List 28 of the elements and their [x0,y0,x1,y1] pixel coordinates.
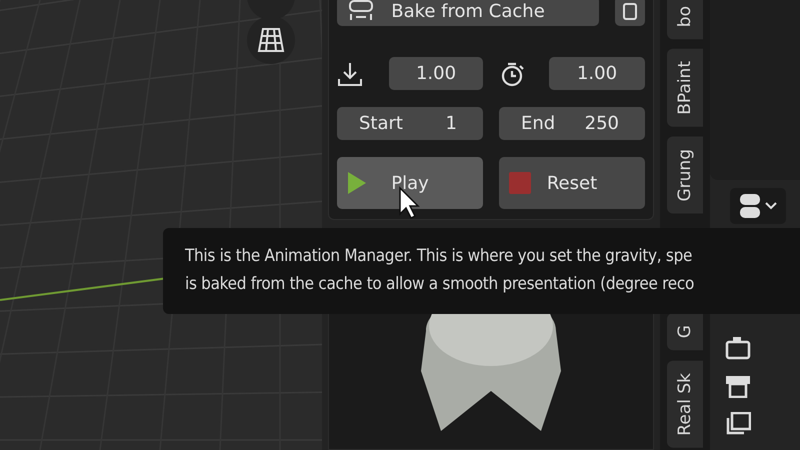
tooltip-text: This is the Animation Manager. This is where you set the gravity, spe [185,245,694,268]
sidebar-tab[interactable]: BPaint [667,49,703,127]
grid-icon [257,27,285,53]
sidebar-tab[interactable]: G [667,313,703,351]
printer-icon[interactable] [725,374,751,398]
play-button[interactable]: Play [337,157,483,209]
image-stack-icon[interactable] [725,412,751,436]
stopwatch-icon [499,60,525,86]
start-frame-field[interactable]: Start 1 [337,107,483,140]
toggle-dropdown[interactable] [730,188,786,224]
delete-button[interactable] [615,0,645,26]
stop-icon [509,172,531,194]
download-icon [337,60,363,86]
camera-icon[interactable] [725,336,751,360]
end-frame-field[interactable]: End 250 [499,107,645,140]
sidebar-tab[interactable]: Grung [667,136,703,214]
sidebar-tab[interactable]: bo [667,0,703,40]
bake-from-cache-button[interactable]: Bake from Cache [337,0,599,26]
trash-icon [622,2,638,20]
gravity-field[interactable]: 1.00 [389,57,483,90]
sidebar-tab[interactable]: Real Sk [667,360,703,448]
toggle-icon [739,193,761,219]
tooltip-text: is baked from the cache to allow a smooth presentation (degree reco [185,273,696,296]
cache-icon [347,0,375,22]
speed-field[interactable]: 1.00 [549,57,645,90]
chevron-down-icon [765,202,777,210]
play-icon [347,171,367,195]
reset-button[interactable]: Reset [499,157,645,209]
